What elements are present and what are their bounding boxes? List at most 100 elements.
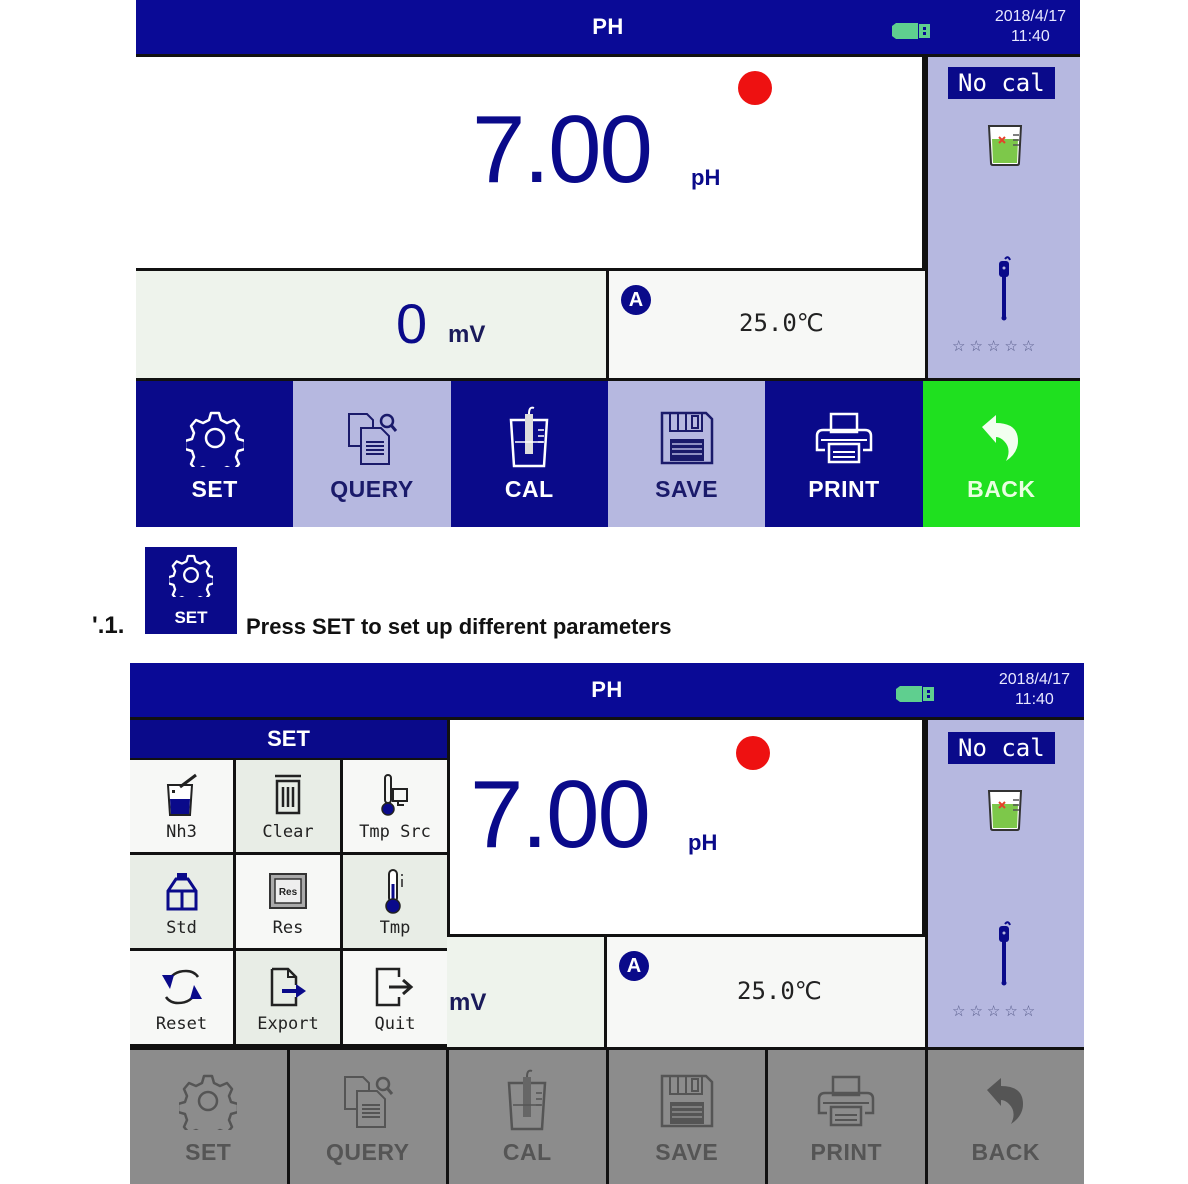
print-button-label: PRINT bbox=[808, 475, 880, 502]
ph-meter-screen-set-menu: PH 2018/4/17 11:40 7.00 pH mV A 25.0℃ No… bbox=[130, 663, 1084, 1184]
gear-icon bbox=[185, 406, 244, 470]
set-menu-grid: Nh3 Clear Tmp Src Std Res Res Tmp Reset … bbox=[130, 760, 447, 1044]
query-button-label: QUERY bbox=[330, 475, 414, 502]
usb-icon bbox=[892, 685, 936, 708]
print-button-label: PRINT bbox=[810, 1138, 882, 1165]
mv-value: 0 bbox=[396, 292, 428, 355]
floppy-disk-icon bbox=[660, 406, 714, 470]
set-menu-item-label: Res bbox=[272, 917, 304, 938]
bottom-button-bar: SET QUERY CAL SAVE PRINT BACK bbox=[136, 378, 1080, 527]
bottom-button-bar-disabled: SET QUERY CAL SAVE PRINT BACK bbox=[130, 1047, 1084, 1184]
ph-unit: pH bbox=[688, 830, 718, 855]
set-menu-item-label: Quit bbox=[374, 1013, 416, 1034]
mv-unit: mV bbox=[448, 321, 486, 348]
set-menu-item-quit[interactable]: Quit bbox=[343, 951, 447, 1044]
set-menu-item-tmp[interactable]: Tmp bbox=[343, 855, 447, 948]
set-menu-item-label: Nh3 bbox=[166, 822, 197, 842]
back-button[interactable]: BACK bbox=[927, 1050, 1084, 1184]
datetime: 2018/4/17 11:40 bbox=[995, 7, 1066, 47]
set-menu-item-label: Clear bbox=[262, 822, 314, 842]
time-text: 11:40 bbox=[1014, 691, 1054, 708]
calibration-status: No cal bbox=[948, 732, 1055, 764]
ph-reading-panel: 7.00 pH bbox=[447, 720, 925, 937]
temperature-panel: A 25.0℃ bbox=[607, 937, 925, 1047]
ph-value: 7.00 bbox=[472, 96, 653, 203]
set-menu-item-label: Export bbox=[257, 1013, 319, 1034]
exit-icon bbox=[375, 962, 415, 1012]
save-button[interactable]: SAVE bbox=[608, 1050, 768, 1184]
set-icon-illustration: SET bbox=[145, 547, 237, 634]
set-menu-item-label: Reset bbox=[155, 1013, 208, 1034]
query-button[interactable]: QUERY bbox=[289, 1050, 449, 1184]
set-menu-item-nh3[interactable]: Nh3 bbox=[130, 760, 233, 852]
thermometer-monitor-icon bbox=[379, 770, 411, 820]
set-button[interactable]: SET bbox=[136, 381, 294, 527]
auto-temp-badge: A bbox=[621, 285, 651, 315]
set-menu-item-reset[interactable]: Reset bbox=[130, 951, 233, 1044]
print-button[interactable]: PRINT bbox=[765, 381, 923, 527]
screen-title: PH bbox=[592, 14, 624, 39]
date-text: 2018/4/17 bbox=[994, 8, 1066, 25]
calibration-beaker-icon bbox=[505, 1069, 549, 1133]
title-bar: PH 2018/4/17 11:40 bbox=[136, 0, 1080, 57]
title-bar: PH 2018/4/17 11:40 bbox=[130, 663, 1084, 720]
ph-meter-screen-main: PH 2018/4/17 11:40 7.00 pH 0 mV A 25.0℃ … bbox=[136, 0, 1080, 527]
query-button[interactable]: QUERY bbox=[293, 381, 451, 527]
beaker-pipette-icon bbox=[164, 770, 200, 820]
back-arrow-icon bbox=[983, 1069, 1029, 1133]
export-file-icon bbox=[268, 962, 308, 1012]
calibration-beaker-icon bbox=[507, 406, 551, 470]
screen-title: PH bbox=[591, 677, 623, 702]
auto-temp-badge: A bbox=[619, 951, 649, 981]
svg-text:Res: Res bbox=[279, 887, 298, 898]
datetime: 2018/4/17 11:40 bbox=[999, 670, 1070, 710]
bottles-icon bbox=[162, 866, 202, 916]
electrode-icon bbox=[996, 920, 1012, 991]
measurement-indicator-dot bbox=[736, 736, 770, 770]
set-menu-title: SET bbox=[130, 720, 447, 760]
back-button[interactable]: BACK bbox=[922, 381, 1080, 527]
measurement-indicator-dot bbox=[738, 71, 772, 105]
date-text: 2018/4/17 bbox=[998, 671, 1070, 688]
printer-icon bbox=[817, 1069, 875, 1133]
save-button[interactable]: SAVE bbox=[607, 381, 766, 527]
set-icon-label: SET bbox=[174, 608, 208, 627]
floppy-disk-icon bbox=[660, 1069, 714, 1133]
gear-icon bbox=[167, 553, 215, 606]
calibration-side-panel: No cal ☆☆☆☆☆ bbox=[925, 57, 1080, 378]
set-button[interactable]: SET bbox=[130, 1050, 290, 1184]
set-menu-item-export[interactable]: Export bbox=[236, 951, 340, 1044]
calibration-status: No cal bbox=[948, 67, 1055, 99]
temperature-panel: A 25.0℃ bbox=[609, 271, 925, 378]
back-button-label: BACK bbox=[971, 1138, 1040, 1165]
res-chip-icon: Res bbox=[268, 866, 308, 916]
printer-icon bbox=[815, 406, 873, 470]
set-menu-item-clear[interactable]: Clear bbox=[236, 760, 340, 852]
set-menu-item-std[interactable]: Std bbox=[130, 855, 233, 948]
electrode-icon bbox=[996, 255, 1012, 326]
ph-unit: pH bbox=[691, 165, 721, 190]
mv-panel: mV bbox=[447, 937, 607, 1047]
set-button-label: SET bbox=[185, 1138, 232, 1165]
set-menu-item-label: Tmp Src bbox=[359, 822, 431, 842]
cal-button[interactable]: CAL bbox=[449, 1050, 609, 1184]
mv-unit: mV bbox=[449, 989, 487, 1016]
mv-panel: 0 mV bbox=[136, 271, 609, 378]
trash-icon bbox=[273, 770, 303, 820]
electrode-rating-stars: ☆☆☆☆☆ bbox=[952, 338, 1040, 355]
query-button-label: QUERY bbox=[326, 1138, 410, 1165]
beaker-status-icon bbox=[986, 788, 1024, 837]
query-documents-icon bbox=[341, 1069, 395, 1133]
ph-reading-panel: 7.00 pH bbox=[136, 57, 925, 271]
cal-button[interactable]: CAL bbox=[450, 381, 608, 527]
print-button[interactable]: PRINT bbox=[768, 1050, 928, 1184]
save-button-label: SAVE bbox=[655, 1138, 719, 1165]
set-menu-item-tmp-src[interactable]: Tmp Src bbox=[343, 760, 447, 852]
cal-button-label: CAL bbox=[502, 1138, 552, 1165]
cal-button-label: CAL bbox=[504, 475, 554, 502]
save-button-label: SAVE bbox=[655, 475, 719, 502]
thermometer-icon bbox=[383, 866, 407, 916]
set-menu-item-res[interactable]: Res Res bbox=[236, 855, 340, 948]
temperature-value: 25.0℃ bbox=[739, 309, 824, 337]
set-menu-item-label: Tmp bbox=[379, 917, 411, 938]
